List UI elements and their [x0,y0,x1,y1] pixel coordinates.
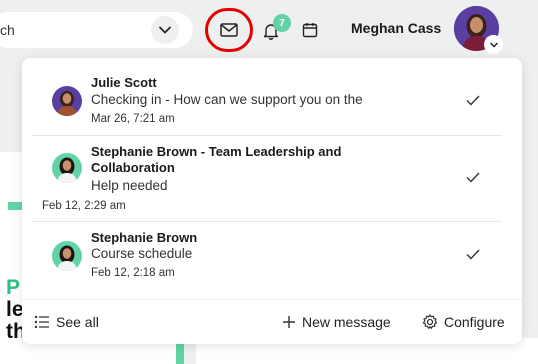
mark-read-button[interactable] [465,247,481,261]
sender-avatar-picture [52,86,82,116]
message-item[interactable]: Julie Scott Checking in - How can we sup… [32,70,502,132]
message-item[interactable]: Stephanie Brown - Team Leadership and Co… [32,138,502,218]
see-all-button[interactable]: See all [34,314,99,330]
gear-icon [422,314,438,329]
sender-avatar-picture [52,153,82,183]
chevron-down-icon [489,42,498,48]
list-icon [34,315,49,329]
message-preview: Checking in - How can we support you on … [91,92,363,107]
search-input[interactable] [0,12,150,48]
calendar-icon [302,23,318,38]
search-dropdown-button[interactable] [151,16,179,44]
sender-name: Stephanie Brown [91,230,198,245]
message-date: Feb 12, 2:18 am [91,267,175,279]
checkmark-icon [466,172,480,183]
message-preview: Help needed [91,178,168,193]
plus-icon [283,316,295,328]
messages-dropdown: Julie Scott Checking in - How can we sup… [22,58,522,344]
checkmark-icon [466,95,480,106]
message-date: Feb 12, 2:29 am [42,200,126,212]
messages-button[interactable] [205,8,253,52]
sender-avatar-picture [52,241,82,271]
user-name[interactable]: Meghan Cass [351,20,441,36]
search-box [0,12,193,48]
configure-label: Configure [444,314,505,330]
divider [22,299,522,300]
configure-button[interactable]: Configure [422,314,505,330]
see-all-label: See all [56,314,99,330]
sender-avatar [52,241,82,271]
chevron-down-icon [159,26,171,34]
envelope-icon [220,23,238,37]
mark-read-button[interactable] [465,170,481,184]
background-heading-line-2: le [6,298,24,321]
divider [32,221,502,222]
mark-read-button[interactable] [465,93,481,107]
divider [32,135,502,136]
top-bar: 7 Meghan Cass [0,0,538,58]
message-date: Mar 26, 7:21 am [91,113,175,125]
new-message-button[interactable]: New message [282,314,391,330]
new-message-label: New message [302,314,391,330]
background-heading-line-1: P [6,276,21,299]
user-menu-button[interactable] [484,35,503,54]
sender-name: Julie Scott [91,75,157,90]
sender-avatar [52,153,82,183]
notifications-count-badge: 7 [273,14,291,32]
sender-name: Stephanie Brown - Team Leadership and Co… [91,144,342,175]
checkmark-icon [466,249,480,260]
sender-avatar [52,86,82,116]
message-preview: Course schedule [91,246,193,261]
calendar-button[interactable] [300,20,320,40]
message-item[interactable]: Stephanie Brown Course schedule Feb 12, … [32,224,502,288]
